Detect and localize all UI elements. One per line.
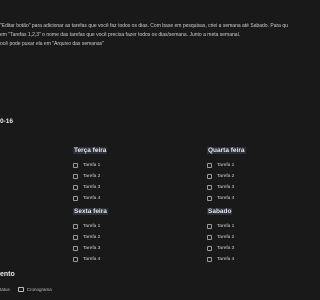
checkbox[interactable] [73,224,78,229]
checkbox[interactable] [207,185,212,190]
todo-item[interactable]: Tarefa 3 [207,182,246,193]
day-column-quarta: Quarta feira Tarefa 1 Tarefa 2 Tarefa 3 … [207,139,246,204]
day-column-terca: Terça feira Tarefa 1 Tarefa 2 Tarefa 3 T… [73,139,108,204]
todo-label: Tarefa 3 [217,185,235,190]
todo-item[interactable]: Tarefa 2 [73,171,107,182]
todo-item[interactable]: Tarefa 3 [73,182,107,193]
instructions-line: em "Tarefas 1,2,3" o nome das tarefas qu… [0,32,241,38]
day-heading: Terça feira [73,147,108,154]
todo-label: Tarefa 3 [83,185,101,190]
todo-item[interactable]: Tarefa 3 [73,243,108,254]
checkbox[interactable] [207,224,212,229]
checkbox[interactable] [207,235,212,240]
todo-label: Tarefa 2 [83,174,101,179]
todo-item[interactable]: Tarefa 1 [207,221,234,232]
checkbox[interactable] [73,163,78,168]
todo-item[interactable]: Tarefa 2 [73,232,108,243]
checkbox[interactable] [73,257,78,262]
instructions-text: "Editar botão" para adicionar as tarefas… [0,22,300,49]
todo-label: Tarefa 4 [217,257,235,262]
checkbox[interactable] [207,246,212,251]
todo-label: Tarefa 2 [217,174,235,179]
todo-label: Tarefa 3 [83,246,101,251]
todo-item[interactable]: Tarefa 2 [207,232,234,243]
checkbox[interactable] [73,246,78,251]
todo-item[interactable]: Tarefa 1 [73,221,108,232]
day-heading: Quarta feira [207,147,246,154]
day-column-sabado: Sabado Tarefa 1 Tarefa 2 Tarefa 3 Tarefa… [207,200,234,265]
todo-item[interactable]: Tarefa 1 [73,160,107,171]
todo-item[interactable]: Tarefa 1 [207,160,246,171]
calendar-icon [17,287,24,292]
checkbox[interactable] [73,185,78,190]
todo-item[interactable]: Tarefa 4 [207,254,234,265]
todo-label: Tarefa 4 [83,257,101,262]
todo-label: Tarefa 2 [217,235,235,240]
checkbox[interactable] [207,174,212,179]
day-column-sexta: Sexta feira Tarefa 1 Tarefa 2 Tarefa 3 T… [73,200,108,265]
day-heading: Sabado [207,208,233,215]
tab-label: tatus [0,287,10,292]
checkbox[interactable] [73,235,78,240]
todo-label: Tarefa 1 [217,163,235,168]
todo-label: Tarefa 2 [83,235,101,240]
todo-label: Tarefa 1 [83,224,101,229]
todo-item[interactable]: Tarefa 4 [73,254,108,265]
section-heading: ento [0,271,15,278]
todo-label: Tarefa 1 [217,224,235,229]
view-tabs: tatus Cronograma [0,287,60,292]
week-heading: 0-16 [0,118,14,125]
todo-item[interactable]: Tarefa 2 [207,171,246,182]
checkbox[interactable] [207,163,212,168]
todo-label: Tarefa 1 [83,163,101,168]
tab-cronograma[interactable]: Cronograma [17,287,52,292]
tab-status[interactable]: tatus [0,287,10,292]
tab-label: Cronograma [26,287,52,292]
todo-item[interactable]: Tarefa 3 [207,243,234,254]
checkbox[interactable] [207,257,212,262]
instructions-line: "Editar botão" para adicionar as tarefas… [0,23,288,29]
checkbox[interactable] [73,174,78,179]
day-heading: Sexta feira [73,208,108,215]
todo-label: Tarefa 3 [217,246,235,251]
instructions-line: ocê pode puxar ela em "Arquivo das seman… [0,41,104,47]
